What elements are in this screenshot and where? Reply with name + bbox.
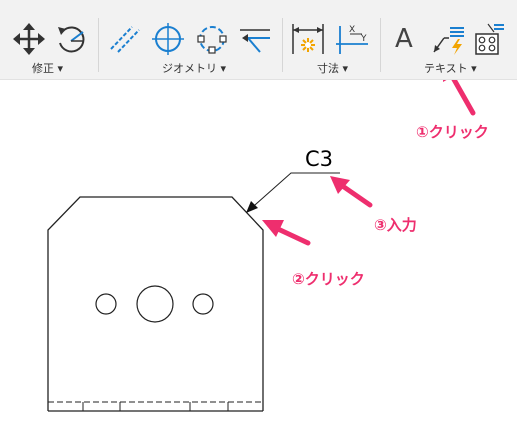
- group-separator: [282, 18, 283, 72]
- annotation-arrow-3: [330, 176, 373, 208]
- group-label-modify[interactable]: 修正 ▾: [32, 60, 63, 76]
- ribbon-toolbar: 修正 ▾ ジオメトリ ▾ X Y 寸法 ▾ A テキスト ▾: [0, 0, 517, 80]
- parallel-lines-icon[interactable]: [108, 22, 142, 56]
- group-label-text-text: テキスト: [424, 62, 468, 75]
- rotate-icon[interactable]: [54, 22, 88, 56]
- callout-step1: ①クリック: [416, 123, 489, 141]
- circle-three-point-icon[interactable]: [194, 21, 230, 57]
- hole-table-icon[interactable]: [472, 22, 506, 56]
- bottom-slot-lines: [82, 402, 229, 411]
- ordinate-dimension-icon[interactable]: X Y: [334, 22, 370, 56]
- move-icon[interactable]: [12, 22, 46, 56]
- group-label-modify-text: 修正: [32, 62, 54, 75]
- group-separator: [380, 18, 381, 72]
- group-label-geometry-text: ジオメトリ: [162, 62, 217, 75]
- chevron-down-icon: ▾: [217, 62, 227, 75]
- svg-text:Y: Y: [360, 34, 367, 44]
- leader-line[interactable]: [246, 172, 340, 213]
- text-icon-glyph: A: [395, 24, 413, 54]
- callout-step2: ②クリック: [292, 270, 365, 288]
- group-label-text[interactable]: テキスト ▾: [424, 60, 477, 76]
- circle-center-icon[interactable]: [150, 21, 186, 57]
- chevron-down-icon: ▾: [339, 62, 349, 75]
- center-hole[interactable]: [136, 285, 174, 323]
- chevron-down-icon: ▾: [467, 62, 477, 75]
- extend-lines-icon[interactable]: [238, 22, 272, 56]
- leader-note-icon[interactable]: [430, 22, 466, 56]
- text-icon[interactable]: A: [395, 24, 413, 54]
- annotation-arrow-1: [443, 80, 476, 116]
- leader-arrowhead: [246, 201, 258, 213]
- chevron-down-icon: ▾: [54, 62, 64, 75]
- group-label-dimension[interactable]: 寸法 ▾: [317, 60, 348, 76]
- small-hole-right[interactable]: [192, 293, 214, 315]
- linear-dimension-icon[interactable]: [290, 22, 326, 56]
- annotation-arrow-2: [262, 220, 311, 246]
- group-label-dimension-text: 寸法: [317, 62, 339, 75]
- svg-text:X: X: [349, 25, 355, 35]
- callout-step3: ③入力: [374, 216, 417, 234]
- part-outline[interactable]: [47, 196, 264, 411]
- group-separator: [98, 18, 99, 72]
- chamfer-note-text[interactable]: C3: [305, 147, 333, 171]
- group-label-geometry[interactable]: ジオメトリ ▾: [162, 60, 226, 76]
- small-hole-left[interactable]: [95, 293, 117, 315]
